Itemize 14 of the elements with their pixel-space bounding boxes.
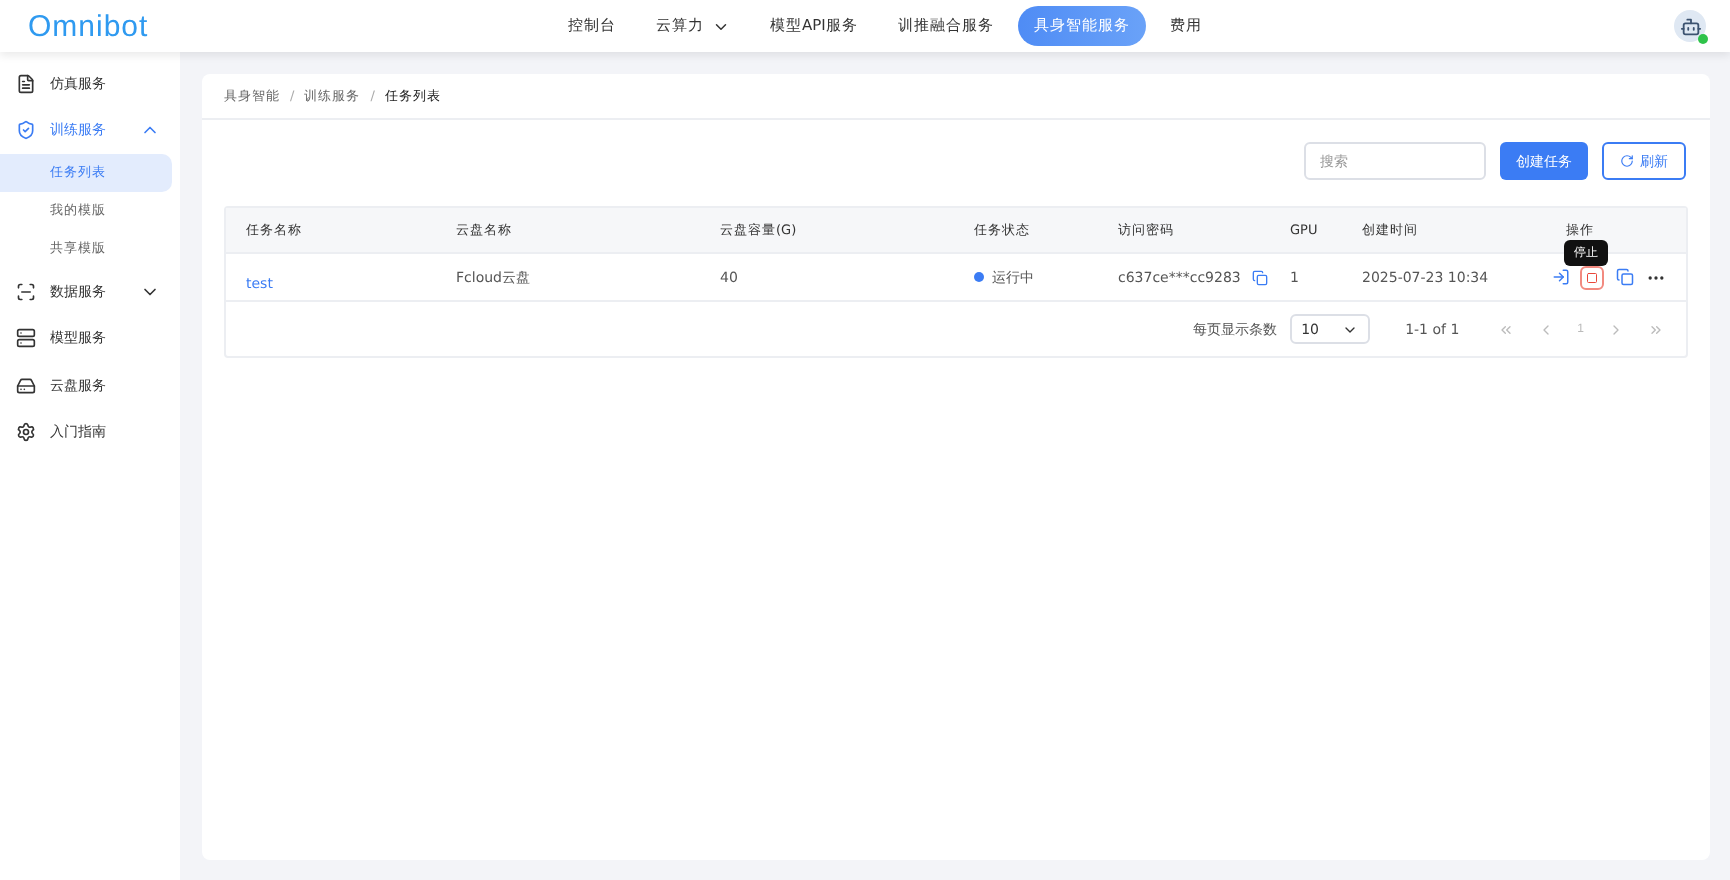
stop-icon [1586, 271, 1598, 283]
status-dot [974, 272, 984, 282]
copy-icon[interactable] [1248, 265, 1270, 289]
enter-icon[interactable] [1548, 265, 1572, 289]
avatar[interactable] [1674, 10, 1706, 42]
logo: Omnibot [28, 9, 151, 43]
settings-icon [16, 422, 36, 443]
copy-icon[interactable] [1612, 265, 1636, 289]
server-icon [16, 328, 36, 349]
refresh-icon [1620, 154, 1634, 168]
document-icon [16, 73, 36, 94]
drive-icon [16, 375, 36, 396]
shield-icon [16, 120, 36, 141]
scan-icon [16, 281, 36, 302]
